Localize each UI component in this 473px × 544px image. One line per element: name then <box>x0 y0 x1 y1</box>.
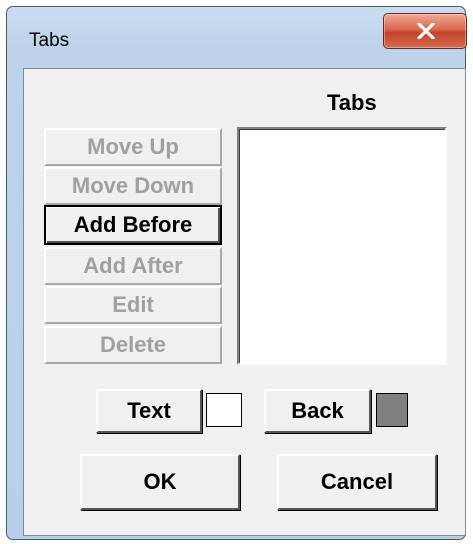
close-x-icon <box>417 23 435 39</box>
ok-button[interactable]: OK <box>80 454 240 510</box>
move-up-button[interactable]: Move Up <box>44 128 222 166</box>
tabs-listbox[interactable] <box>237 127 447 365</box>
cancel-button[interactable]: Cancel <box>277 454 437 510</box>
add-after-button[interactable]: Add After <box>44 247 222 285</box>
back-color-button[interactable]: Back <box>264 389 371 433</box>
tabs-list-header: Tabs <box>327 90 377 115</box>
delete-button[interactable]: Delete <box>44 326 222 364</box>
text-color-swatch <box>206 393 242 427</box>
move-down-button[interactable]: Move Down <box>44 167 222 205</box>
back-color-swatch <box>376 393 408 427</box>
close-button[interactable] <box>383 13 467 49</box>
text-color-button[interactable]: Text <box>96 389 202 433</box>
add-before-button[interactable]: Add Before <box>44 205 222 245</box>
window-title: Tabs <box>29 30 70 51</box>
edit-button[interactable]: Edit <box>44 286 222 324</box>
